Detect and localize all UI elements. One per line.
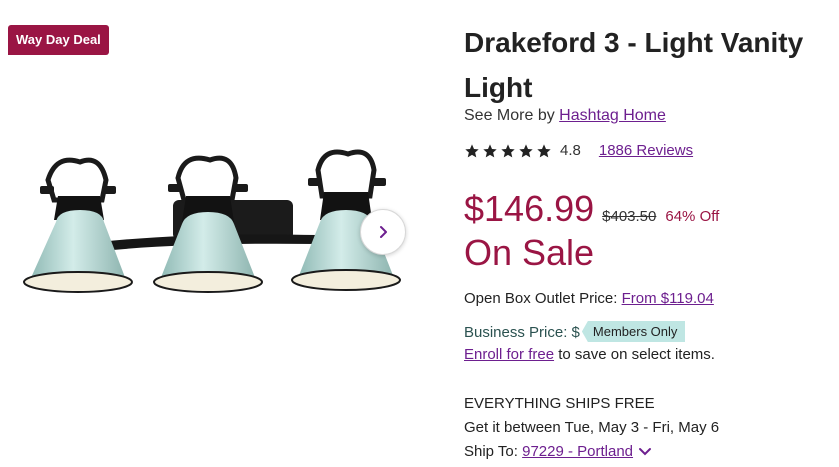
star-icon xyxy=(519,143,533,157)
star-icon xyxy=(537,143,551,157)
enroll-link[interactable]: Enroll for free xyxy=(464,346,554,363)
reviews-link[interactable]: 1886 Reviews xyxy=(599,142,693,159)
see-more-prefix: See More by xyxy=(464,107,555,124)
discount-percent: 64% Off xyxy=(665,208,720,225)
next-image-button[interactable] xyxy=(360,209,406,255)
star-icon xyxy=(483,143,497,157)
current-price: $146.99 xyxy=(464,188,595,229)
original-price: $403.50 xyxy=(602,208,657,225)
enroll-row: Enroll for free to save on select items. xyxy=(464,346,715,363)
product-title: Drakeford 3 - Light Vanity Light xyxy=(464,27,804,103)
members-only-tag: Members Only xyxy=(581,321,686,342)
outlet-price-link[interactable]: From $119.04 xyxy=(622,290,714,307)
star-icon xyxy=(465,143,479,157)
free-shipping-label: EVERYTHING SHIPS FREE xyxy=(464,395,655,412)
outlet-label: Open Box Outlet Price: xyxy=(464,290,618,307)
rating-row: 4.8 1886 Reviews xyxy=(464,142,693,159)
star-rating xyxy=(464,143,552,159)
ship-to-label: Ship To: xyxy=(464,443,518,460)
chevron-down-icon[interactable] xyxy=(638,447,652,457)
star-icon xyxy=(501,143,515,157)
enroll-suffix: to save on select items. xyxy=(558,346,715,363)
product-media: Way Day Deal xyxy=(0,0,440,467)
business-price: Business Price: $ Members Only xyxy=(464,321,686,343)
business-label: Business Price: xyxy=(464,324,568,341)
price-row: $146.99 $403.50 64% Off xyxy=(464,188,719,230)
business-value: $ xyxy=(571,324,580,341)
see-more-by: See More by Hashtag Home xyxy=(464,107,666,125)
delivery-estimate: Get it between Tue, May 3 - Fri, May 6 xyxy=(464,419,720,436)
way-day-deal-badge: Way Day Deal xyxy=(8,25,109,55)
vanity-light-image[interactable] xyxy=(18,140,418,310)
brand-link[interactable]: Hashtag Home xyxy=(559,107,666,124)
ship-to-row: Ship To: 97229 - Portland xyxy=(464,443,652,460)
on-sale-label: On Sale xyxy=(464,232,595,273)
location-link[interactable]: 97229 - Portland xyxy=(522,443,633,460)
rating-value: 4.8 xyxy=(560,142,581,159)
open-box-outlet-price: Open Box Outlet Price: From $119.04 xyxy=(464,290,714,307)
chevron-right-icon xyxy=(380,226,387,238)
